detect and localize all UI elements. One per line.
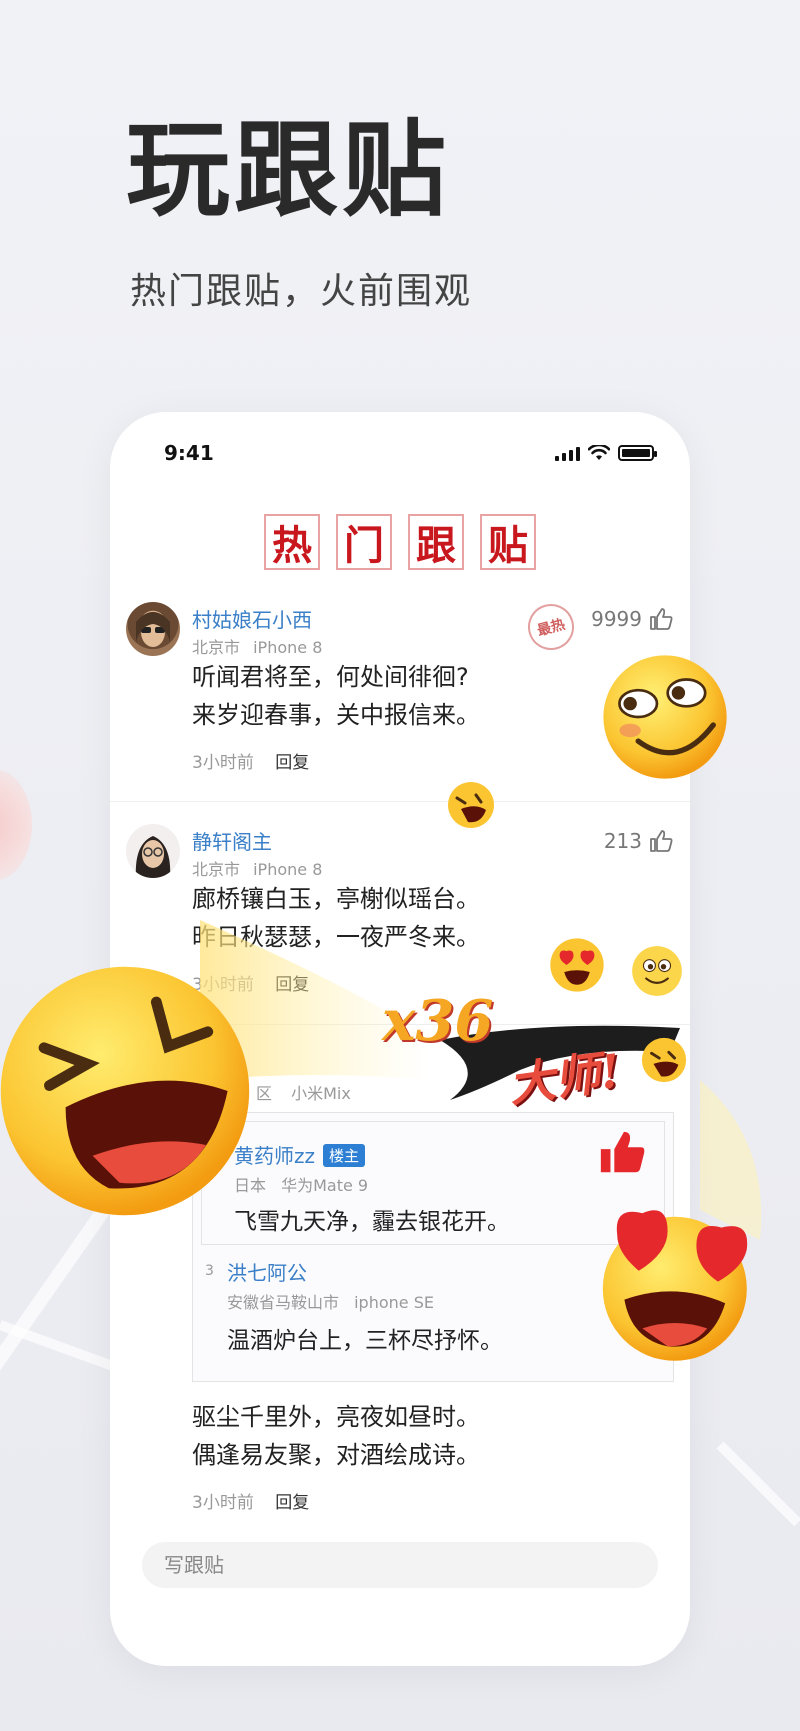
quote-location: 安徽省马鞍山市 — [227, 1293, 340, 1312]
comment-item: 村姑娘石小西 北京市 iPhone 8 最热 9999 听闻君将至，何处间徘徊?… — [126, 598, 674, 802]
divider — [110, 801, 690, 802]
title-char: 门 — [336, 514, 392, 570]
quote-meta: 安徽省马鞍山市 iphone SE — [227, 1289, 434, 1313]
comment-device: iPhone 8 — [253, 860, 323, 879]
avatar-image — [135, 836, 171, 878]
quote-text: 飞雪九天净，霾去银花开。 — [234, 1209, 510, 1235]
comment-author[interactable]: 村姑娘石小西 — [192, 604, 312, 633]
comment-device: 小米Mix — [291, 1084, 351, 1103]
comment-text-line: 听闻君将至，何处间徘徊? — [192, 663, 469, 691]
heart-eyes-small-emoji-icon — [550, 938, 604, 992]
quote-text: 温酒炉台上，三杯尽抒怀。 — [227, 1328, 503, 1354]
thumbs-up-icon — [650, 830, 673, 852]
status-icons — [555, 445, 657, 461]
quote-device: iphone SE — [354, 1293, 434, 1312]
combo-banner: x36 大师! — [380, 988, 690, 1113]
like-button[interactable]: 213 — [604, 828, 674, 854]
title-char: 贴 — [480, 514, 536, 570]
smirk-emoji-icon — [603, 655, 727, 779]
comment-location: 北京市 — [192, 860, 241, 879]
comment-text-line: 偶逢易友聚，对酒绘成诗。 — [192, 1441, 480, 1469]
avatar[interactable] — [126, 602, 180, 656]
comment-footer: 3小时前 回复 — [192, 748, 309, 773]
comment-location: 北京市 — [192, 638, 241, 657]
small-laughing-emoji-icon — [448, 782, 494, 828]
op-badge: 楼主 — [323, 1144, 366, 1167]
combo-title: 大师! — [505, 1043, 624, 1113]
quote-author-name[interactable]: 洪七阿公 — [227, 1257, 307, 1286]
comment-text-line: 驱尘千里外，亮夜如昼时。 — [192, 1403, 480, 1431]
comment-text-line: 来岁迎春事，关中报信来。 — [192, 701, 480, 729]
like-button[interactable]: 9999 — [591, 606, 674, 632]
avatar[interactable] — [126, 824, 180, 878]
comment-text-line: 廊桥镶白玉，亭榭似瑶台。 — [192, 885, 480, 913]
avatar-image — [136, 612, 170, 647]
battery-icon — [618, 445, 657, 461]
laughing-mini-emoji-icon — [641, 1037, 687, 1083]
comment-author[interactable]: 静轩阁主 — [192, 826, 272, 855]
combo-count: x36 — [382, 988, 494, 1054]
comment-text-line: 昨日秋瑟瑟，一夜严冬来。 — [192, 923, 480, 951]
signal-icon — [555, 445, 580, 461]
hottest-stamp: 最热 — [522, 598, 580, 656]
status-time: 9:41 — [164, 441, 214, 465]
background-streak — [716, 1441, 800, 1527]
thumbs-up-icon — [650, 608, 673, 630]
comment-time: 3小时前 — [192, 1493, 254, 1513]
hero-subtitle: 热门跟贴，火前围观 — [130, 271, 473, 312]
hot-comments-title: 热 门 跟 贴 — [110, 514, 690, 570]
reply-button[interactable]: 回复 — [275, 1493, 309, 1513]
comment-footer: 3小时前 回复 — [192, 1488, 309, 1513]
comment-meta: 北京市 iPhone 8 — [192, 856, 322, 880]
quote-floor-number: 3 — [205, 1263, 214, 1279]
like-count: 213 — [603, 829, 642, 853]
background-blob — [0, 770, 32, 880]
title-char: 跟 — [408, 514, 464, 570]
wifi-icon — [588, 445, 610, 460]
write-comment-input[interactable]: 写跟贴 — [142, 1542, 658, 1588]
comment-device: iPhone 8 — [253, 638, 323, 657]
title-char: 热 — [264, 514, 320, 570]
comment-time: 3小时前 — [192, 753, 254, 773]
laughing-emoji-icon — [0, 966, 250, 1216]
reply-button[interactable]: 回复 — [275, 753, 309, 773]
thumbs-up-filled-icon[interactable] — [596, 1128, 648, 1178]
reply-button[interactable]: 回复 — [275, 975, 309, 995]
hero-title: 玩跟贴 — [126, 109, 451, 231]
status-bar: 9:41 — [164, 438, 657, 468]
comment-meta: 区 小米Mix — [256, 1080, 351, 1104]
like-count: 9999 — [591, 607, 642, 631]
background-streak — [0, 1320, 124, 1375]
comment-meta: 北京市 iPhone 8 — [192, 634, 322, 658]
heart-eyes-emoji-icon — [602, 1210, 748, 1361]
quote-device: 华为Mate 9 — [281, 1176, 369, 1195]
